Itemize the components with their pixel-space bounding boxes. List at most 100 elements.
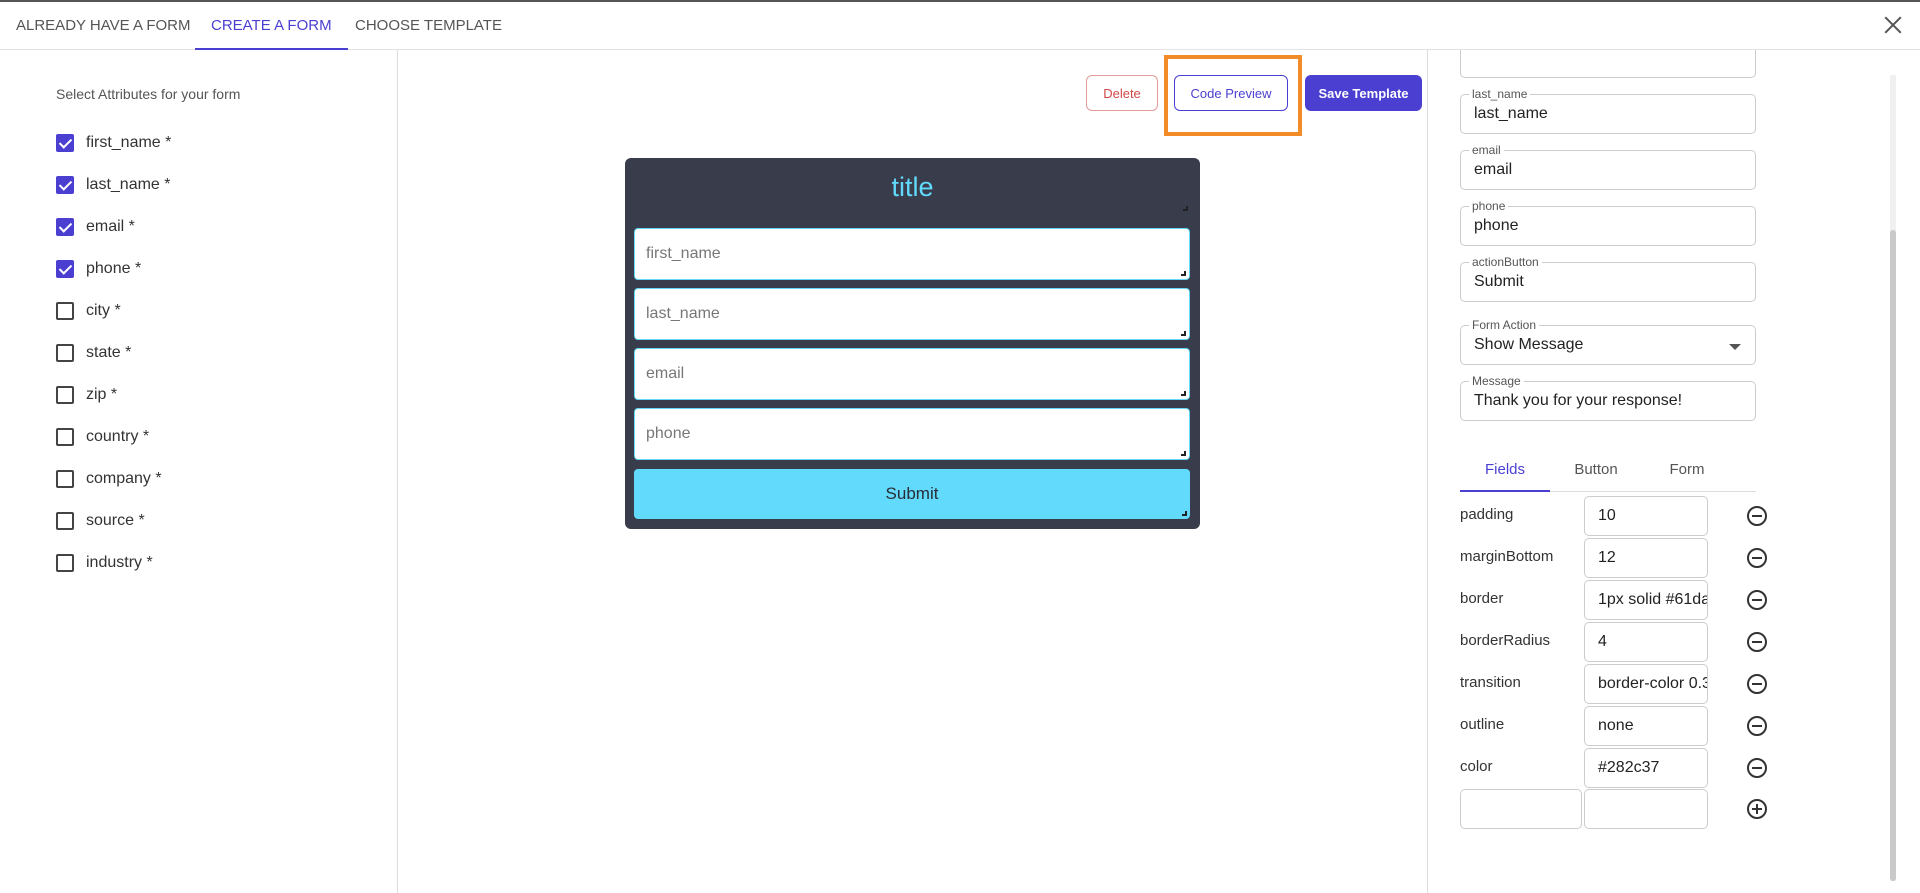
style-tabs: Fields Button Form (1460, 448, 1756, 492)
checkbox-unchecked-icon[interactable] (56, 554, 74, 572)
new-property-value-input[interactable] (1584, 789, 1708, 829)
form-field-first-name[interactable]: first_name (634, 228, 1190, 280)
resize-handle-icon[interactable] (1182, 511, 1187, 516)
attribute-checkbox-row[interactable]: first_name * (56, 131, 171, 155)
close-icon[interactable] (1880, 12, 1906, 38)
remove-circle-icon[interactable] (1747, 506, 1767, 526)
checkbox-checked-icon[interactable] (56, 218, 74, 236)
checkbox-unchecked-icon[interactable] (56, 344, 74, 362)
attribute-label: email * (86, 218, 135, 235)
code-preview-button[interactable]: Code Preview (1174, 75, 1288, 111)
field-value: Show Message (1474, 336, 1584, 353)
attribute-label: first_name * (86, 134, 172, 151)
checkbox-unchecked-icon[interactable] (56, 470, 74, 488)
tab-already-have-a-form[interactable]: ALREADY HAVE A FORM (16, 2, 191, 50)
field-value: Thank you for your response! (1474, 392, 1683, 409)
attribute-checkbox-row[interactable]: country * (56, 425, 149, 449)
property-value-input[interactable]: 12 (1584, 538, 1708, 578)
attribute-checkbox-row[interactable]: last_name * (56, 173, 171, 197)
checkbox-unchecked-icon[interactable] (56, 512, 74, 530)
form-preview: title first_name last_name email phone S… (625, 158, 1200, 529)
chevron-down-icon[interactable] (1729, 344, 1741, 350)
attribute-label: state * (86, 344, 132, 361)
attribute-label: industry * (86, 554, 153, 571)
attribute-checkbox-row[interactable]: email * (56, 215, 135, 239)
resize-handle-icon[interactable] (1181, 271, 1186, 276)
attribute-checkbox-row[interactable]: zip * (56, 383, 117, 407)
attribute-checkbox-row[interactable]: industry * (56, 551, 153, 575)
tab-create-a-form[interactable]: CREATE A FORM (195, 2, 348, 50)
remove-circle-icon[interactable] (1747, 632, 1767, 652)
field-placeholder: phone (646, 425, 691, 442)
attribute-label: last_name * (86, 176, 171, 193)
tab-choose-template[interactable]: CHOOSE TEMPLATE (355, 2, 502, 50)
resize-handle-icon[interactable] (1181, 331, 1186, 336)
property-value-input[interactable]: 10 (1584, 496, 1708, 536)
resize-handle-icon[interactable] (1181, 391, 1186, 396)
attribute-checkbox-row[interactable]: company * (56, 467, 162, 491)
delete-button[interactable]: Delete (1086, 75, 1158, 111)
property-key: padding (1460, 506, 1514, 523)
remove-circle-icon[interactable] (1747, 758, 1767, 778)
scrollbar-thumb[interactable] (1890, 230, 1896, 881)
attribute-label: zip * (86, 386, 118, 403)
property-value-input[interactable]: none (1584, 706, 1708, 746)
form-title[interactable]: title (625, 172, 1200, 203)
tab-fields[interactable]: Fields (1460, 448, 1550, 492)
attribute-label: phone * (86, 260, 142, 277)
field-placeholder: first_name (646, 245, 721, 262)
property-key: outline (1460, 716, 1505, 733)
attribute-checkbox-row[interactable]: state * (56, 341, 131, 365)
message-field[interactable]: Message Thank you for your response! (1460, 374, 1756, 421)
attribute-checkbox-row[interactable]: source * (56, 509, 145, 533)
settings-field-action-button[interactable]: actionButton Submit (1460, 255, 1756, 302)
field-label: last_name (1469, 87, 1531, 101)
field-value: last_name (1474, 105, 1548, 122)
checkbox-checked-icon[interactable] (56, 260, 74, 278)
form-field-last-name[interactable]: last_name (634, 288, 1190, 340)
form-action-select[interactable]: Form Action Show Message (1460, 318, 1756, 365)
tab-button[interactable]: Button (1551, 448, 1641, 492)
resize-handle-icon[interactable] (1181, 451, 1186, 456)
attribute-checkbox-row[interactable]: phone * (56, 257, 141, 281)
settings-field-partial[interactable] (1460, 50, 1756, 78)
resize-handle-icon[interactable] (1183, 206, 1188, 211)
style-property-row: color #282c37 (1460, 748, 1780, 788)
remove-circle-icon[interactable] (1747, 716, 1767, 736)
property-value-input[interactable]: #282c37 (1584, 748, 1708, 788)
attributes-panel: Select Attributes for your form first_na… (0, 50, 398, 893)
scrollbar[interactable] (1890, 75, 1896, 881)
attribute-checkbox-row[interactable]: city * (56, 299, 121, 323)
property-value-input[interactable]: border-color 0.3s (1584, 664, 1708, 704)
remove-circle-icon[interactable] (1747, 674, 1767, 694)
form-builder-canvas: Delete Code Preview Save Template title … (398, 50, 1428, 893)
settings-field-last-name[interactable]: last_name last_name (1460, 87, 1756, 134)
property-value-input[interactable]: 4 (1584, 622, 1708, 662)
attributes-title: Select Attributes for your form (56, 86, 241, 102)
checkbox-unchecked-icon[interactable] (56, 302, 74, 320)
property-key: transition (1460, 674, 1521, 691)
remove-circle-icon[interactable] (1747, 590, 1767, 610)
form-submit-button[interactable]: Submit (634, 469, 1190, 519)
checkbox-checked-icon[interactable] (56, 134, 74, 152)
form-field-phone[interactable]: phone (634, 408, 1190, 460)
checkbox-unchecked-icon[interactable] (56, 428, 74, 446)
remove-circle-icon[interactable] (1747, 548, 1767, 568)
new-property-key-input[interactable] (1460, 789, 1582, 829)
property-value-input[interactable]: 1px solid #61dafb (1584, 580, 1708, 620)
form-field-email[interactable]: email (634, 348, 1190, 400)
field-label: Form Action (1469, 318, 1540, 332)
settings-field-phone[interactable]: phone phone (1460, 199, 1756, 246)
add-circle-icon[interactable] (1747, 799, 1767, 819)
field-value: phone (1474, 217, 1519, 234)
style-property-row: border 1px solid #61dafb (1460, 580, 1780, 620)
checkbox-unchecked-icon[interactable] (56, 386, 74, 404)
settings-panel: last_name last_name email email phone ph… (1428, 50, 1920, 893)
style-property-row: marginBottom 12 (1460, 538, 1780, 578)
property-key: color (1460, 758, 1493, 775)
tab-form[interactable]: Form (1642, 448, 1732, 492)
settings-field-email[interactable]: email email (1460, 143, 1756, 190)
property-key: border (1460, 590, 1504, 607)
save-template-button[interactable]: Save Template (1305, 75, 1422, 111)
checkbox-checked-icon[interactable] (56, 176, 74, 194)
